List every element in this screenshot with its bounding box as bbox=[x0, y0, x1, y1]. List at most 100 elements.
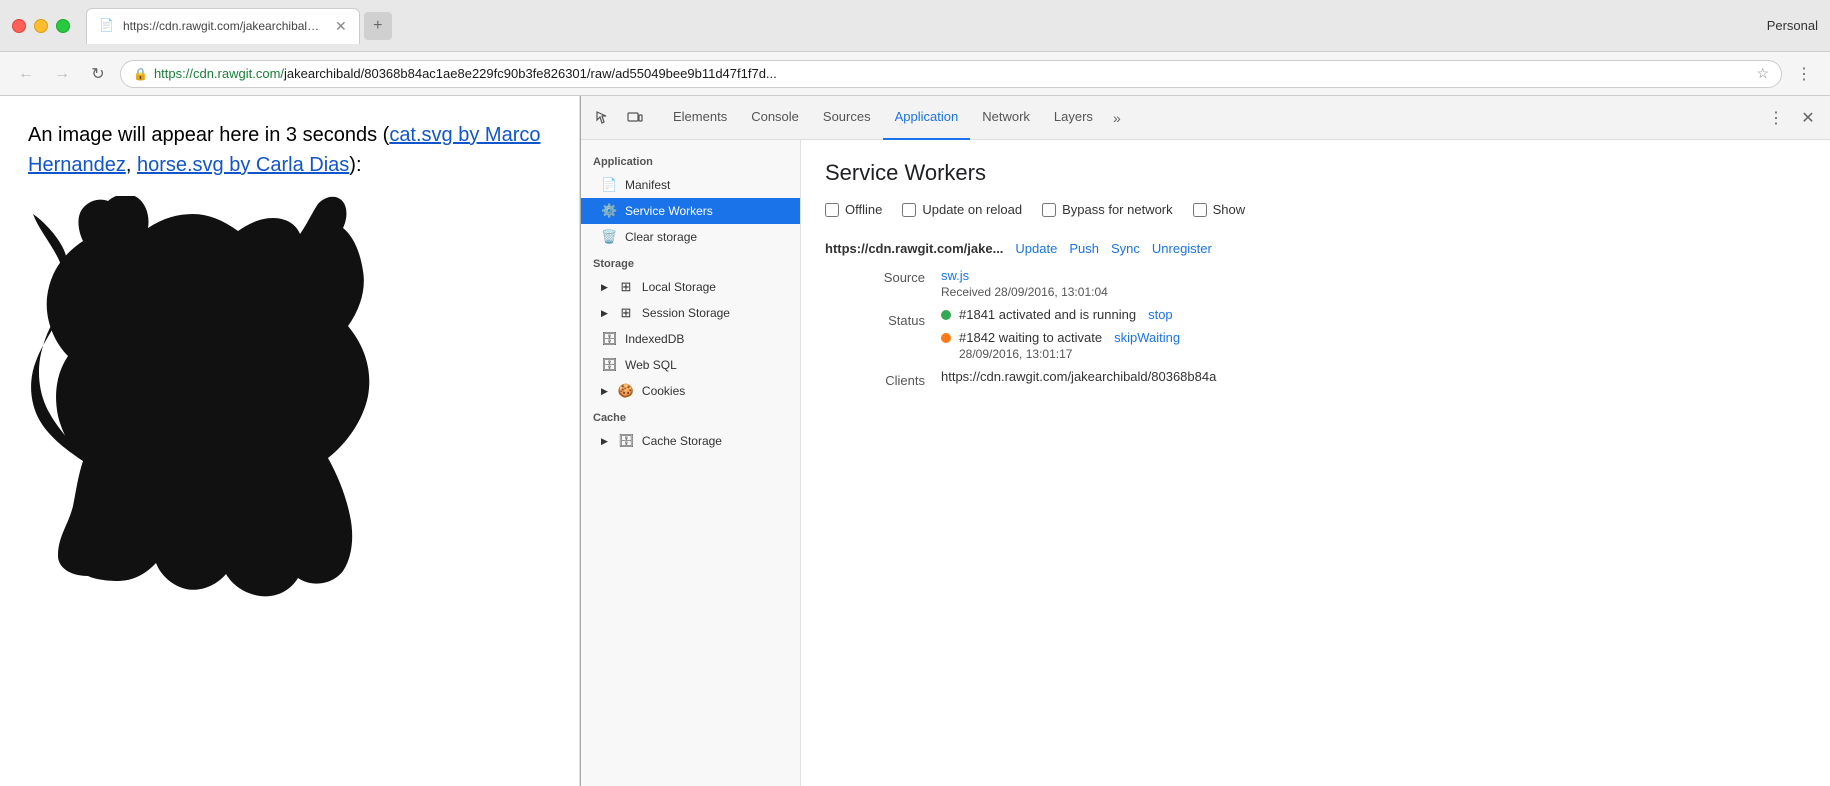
status-text-1841: #1841 activated and is running bbox=[959, 307, 1136, 322]
status-entry-1842: #1842 waiting to activate skipWaiting bbox=[941, 330, 1180, 345]
browser-window: 📄 https://cdn.rawgit.com/jakearchibald/8… bbox=[0, 0, 1830, 786]
status-value: #1841 activated and is running stop #184… bbox=[941, 307, 1806, 361]
devtools-tabs: Elements Console Sources Application Net… bbox=[661, 96, 1758, 140]
sidebar-item-clear-storage[interactable]: 🗑️ Clear storage bbox=[581, 224, 800, 250]
indexeddb-label: IndexedDB bbox=[625, 332, 684, 346]
bypass-for-network-checkbox-label[interactable]: Bypass for network bbox=[1042, 202, 1173, 217]
devtools-toolbar: Elements Console Sources Application Net… bbox=[581, 96, 1830, 140]
sidebar-item-session-storage[interactable]: ▶ ⊞ Session Storage bbox=[581, 300, 800, 326]
tab-elements[interactable]: Elements bbox=[661, 96, 739, 140]
cache-storage-expand-icon: ▶ bbox=[601, 436, 608, 447]
clients-label: Clients bbox=[833, 369, 933, 388]
new-tab-button[interactable]: + bbox=[364, 12, 392, 40]
sidebar-item-web-sql[interactable]: 🗄 Web SQL bbox=[581, 352, 800, 378]
status-entry-1841: #1841 activated and is running stop bbox=[941, 307, 1173, 322]
clients-value: https://cdn.rawgit.com/jakearchibald/803… bbox=[941, 369, 1441, 388]
back-button[interactable]: ← bbox=[12, 60, 40, 88]
update-on-reload-checkbox[interactable] bbox=[902, 203, 916, 217]
title-bar: 📄 https://cdn.rawgit.com/jakearchibald/8… bbox=[0, 0, 1830, 52]
url-path-text: jakearchibald/80368b84ac1ae8e229fc90b3fe… bbox=[284, 66, 777, 81]
cache-storage-icon: 🗄 bbox=[618, 433, 634, 449]
tab-layers[interactable]: Layers bbox=[1042, 96, 1105, 140]
page-content: An image will appear here in 3 seconds (… bbox=[0, 96, 1830, 786]
forward-button[interactable]: → bbox=[48, 60, 76, 88]
close-button[interactable] bbox=[12, 19, 26, 33]
browser-tab[interactable]: 📄 https://cdn.rawgit.com/jakearchibald/8… bbox=[86, 8, 360, 44]
url-base-text: https://cdn.rawgit.com/ bbox=[154, 66, 284, 81]
sidebar-item-indexeddb[interactable]: 🗄 IndexedDB bbox=[581, 326, 800, 352]
session-storage-expand-icon: ▶ bbox=[601, 308, 608, 319]
bookmark-icon[interactable]: ☆ bbox=[1756, 65, 1769, 82]
maximize-button[interactable] bbox=[56, 19, 70, 33]
sync-link[interactable]: Sync bbox=[1111, 241, 1140, 256]
unregister-link[interactable]: Unregister bbox=[1152, 241, 1212, 256]
web-sql-label: Web SQL bbox=[625, 358, 677, 372]
section-label-application: Application bbox=[581, 148, 800, 172]
devtools-body: Application 📄 Manifest ⚙️ Service Worker… bbox=[581, 140, 1830, 786]
page-text-before: An image will appear here in 3 seconds ( bbox=[28, 124, 389, 146]
device-mode-button[interactable] bbox=[621, 104, 649, 132]
offline-checkbox-label[interactable]: Offline bbox=[825, 202, 882, 217]
show-checkbox[interactable] bbox=[1193, 203, 1207, 217]
push-link[interactable]: Push bbox=[1069, 241, 1099, 256]
bypass-for-network-checkbox[interactable] bbox=[1042, 203, 1056, 217]
devtools-main: Service Workers Offline Update on reload bbox=[801, 140, 1830, 786]
horse-svg-link[interactable]: horse.svg by Carla Dias bbox=[137, 154, 349, 176]
inspect-element-button[interactable] bbox=[589, 104, 617, 132]
status-dot-orange bbox=[941, 333, 951, 343]
status-label: Status bbox=[833, 307, 933, 361]
profile-label: Personal bbox=[1767, 18, 1818, 33]
sidebar-item-cache-storage[interactable]: ▶ 🗄 Cache Storage bbox=[581, 428, 800, 454]
sidebar-item-service-workers[interactable]: ⚙️ Service Workers bbox=[581, 198, 800, 224]
manifest-icon: 📄 bbox=[601, 177, 617, 193]
menu-button[interactable]: ⋮ bbox=[1790, 60, 1818, 88]
source-label: Source bbox=[833, 268, 933, 299]
page-text-sep: , bbox=[126, 154, 137, 176]
tab-bar: 📄 https://cdn.rawgit.com/jakearchibald/8… bbox=[86, 8, 1759, 44]
received-timestamp: Received 28/09/2016, 13:01:04 bbox=[941, 285, 1806, 299]
cookies-label: Cookies bbox=[642, 384, 685, 398]
tab-console[interactable]: Console bbox=[739, 96, 811, 140]
tab-network[interactable]: Network bbox=[970, 96, 1042, 140]
clear-storage-label: Clear storage bbox=[625, 230, 697, 244]
secure-icon: 🔒 bbox=[133, 67, 148, 81]
show-label: Show bbox=[1213, 202, 1246, 217]
stop-link[interactable]: stop bbox=[1148, 307, 1173, 322]
local-storage-icon: ⊞ bbox=[618, 279, 634, 295]
worker-detail-grid: Source sw.js Received 28/09/2016, 13:01:… bbox=[833, 268, 1806, 388]
tab-sources[interactable]: Sources bbox=[811, 96, 883, 140]
address-bar: ← → ↻ 🔒 https://cdn.rawgit.com/jakearchi… bbox=[0, 52, 1830, 96]
web-sql-icon: 🗄 bbox=[601, 357, 617, 373]
devtools-menu-button[interactable]: ⋮ bbox=[1762, 104, 1790, 132]
sidebar-item-cookies[interactable]: ▶ 🍪 Cookies bbox=[581, 378, 800, 404]
devtools-sidebar: Application 📄 Manifest ⚙️ Service Worker… bbox=[581, 140, 801, 786]
local-storage-expand-icon: ▶ bbox=[601, 282, 608, 293]
local-storage-label: Local Storage bbox=[642, 280, 716, 294]
tab-application[interactable]: Application bbox=[883, 96, 971, 140]
sidebar-item-manifest[interactable]: 📄 Manifest bbox=[581, 172, 800, 198]
devtools-actions: ⋮ ✕ bbox=[1762, 104, 1822, 132]
tab-close-icon[interactable]: ✕ bbox=[335, 18, 347, 35]
reload-button[interactable]: ↻ bbox=[84, 60, 112, 88]
cat-svg-image bbox=[28, 196, 468, 616]
devtools-close-button[interactable]: ✕ bbox=[1794, 104, 1822, 132]
url-display-text: https://cdn.rawgit.com/jakearchibald/803… bbox=[154, 66, 1750, 81]
manifest-label: Manifest bbox=[625, 178, 670, 192]
more-tabs-button[interactable]: » bbox=[1105, 110, 1129, 126]
show-checkbox-label[interactable]: Show bbox=[1193, 202, 1246, 217]
session-storage-label: Session Storage bbox=[642, 306, 730, 320]
status-text-1842: #1842 waiting to activate bbox=[959, 330, 1102, 345]
indexeddb-icon: 🗄 bbox=[601, 331, 617, 347]
source-file-link[interactable]: sw.js bbox=[941, 268, 969, 283]
minimize-button[interactable] bbox=[34, 19, 48, 33]
offline-checkbox[interactable] bbox=[825, 203, 839, 217]
url-bar[interactable]: 🔒 https://cdn.rawgit.com/jakearchibald/8… bbox=[120, 60, 1782, 88]
status-sub-1842: 28/09/2016, 13:01:17 bbox=[959, 347, 1180, 361]
skip-waiting-link[interactable]: skipWaiting bbox=[1114, 330, 1180, 345]
devtools-panel: Elements Console Sources Application Net… bbox=[580, 96, 1830, 786]
sidebar-item-local-storage[interactable]: ▶ ⊞ Local Storage bbox=[581, 274, 800, 300]
session-storage-icon: ⊞ bbox=[618, 305, 634, 321]
update-on-reload-checkbox-label[interactable]: Update on reload bbox=[902, 202, 1022, 217]
update-link[interactable]: Update bbox=[1015, 241, 1057, 256]
page-text-after: ): bbox=[349, 154, 361, 176]
